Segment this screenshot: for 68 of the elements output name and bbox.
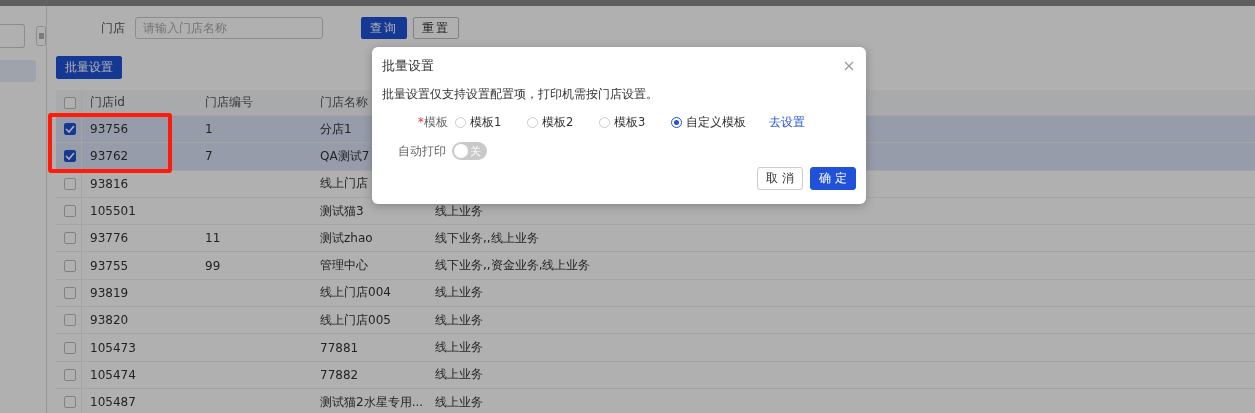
table-cell: 93819 — [90, 285, 129, 300]
table-cell: 93756 — [90, 122, 129, 137]
table-cell: 77881 — [320, 340, 359, 355]
row-checkbox[interactable] — [64, 205, 76, 218]
template-radio[interactable]: 模板3 — [599, 114, 667, 130]
table-cell: 7 — [205, 149, 213, 164]
cancel-button[interactable]: 取 消 — [757, 167, 804, 190]
batch-settings-button[interactable]: 批量设置 — [56, 56, 122, 79]
template-radio[interactable]: 模板1 — [455, 114, 523, 130]
row-checkbox[interactable] — [64, 368, 76, 381]
table-cell: QA测试7 — [320, 148, 370, 163]
go-settings-link[interactable]: 去设置 — [769, 114, 805, 130]
template-label: 模板 — [423, 114, 448, 129]
table-cell: 105473 — [90, 340, 136, 355]
table-cell: 线上业务 — [435, 367, 483, 382]
auto-print-label: 自动打印 — [398, 143, 446, 159]
table-cell: 线下业务,,资金业务,线上业务 — [435, 258, 591, 273]
row-checkbox[interactable] — [64, 341, 76, 354]
row-checkbox[interactable] — [64, 286, 76, 299]
table-cell: 线上门店004 — [320, 285, 391, 300]
row-checkbox[interactable] — [64, 177, 76, 190]
table-cell: 测试zhao — [320, 230, 373, 245]
table-cell: 77882 — [320, 367, 359, 382]
column-header: 门店编号 — [205, 95, 253, 109]
table-cell: 11 — [205, 231, 221, 246]
row-checkbox[interactable] — [64, 150, 76, 163]
row-checkbox[interactable] — [64, 123, 76, 136]
table-cell: 93755 — [90, 258, 129, 273]
row-checkbox[interactable] — [64, 314, 76, 327]
table-cell: 105501 — [90, 204, 136, 219]
column-header: 门店id — [90, 95, 125, 109]
table-cell: 线上门店 — [320, 176, 368, 191]
table-cell: 线下业务,,线上业务 — [435, 230, 539, 245]
table-cell: 线上业务 — [435, 285, 483, 300]
collapse-icon[interactable] — [36, 26, 46, 46]
template-radio[interactable]: 自定义模板 — [671, 114, 755, 130]
template-radio[interactable]: 模板2 — [527, 114, 595, 130]
close-icon[interactable] — [844, 61, 854, 71]
row-checkbox[interactable] — [64, 396, 76, 409]
table-cell: 线上门店005 — [320, 312, 391, 327]
required-mark: * — [418, 114, 424, 129]
table-cell: 99 — [205, 258, 221, 273]
row-checkbox[interactable] — [64, 232, 76, 245]
row-checkbox[interactable] — [64, 259, 76, 272]
table-cell: 管理中心 — [320, 258, 368, 273]
table-cell: 93820 — [90, 313, 129, 328]
table-cell: 测试猫2水星专用... — [320, 394, 424, 409]
table-cell: 1 — [205, 122, 213, 137]
table-cell: 线上业务 — [435, 312, 483, 327]
table-cell: 分店1 — [320, 121, 352, 136]
confirm-button[interactable]: 确 定 — [810, 167, 856, 190]
table-cell: 线上业务 — [435, 394, 483, 409]
column-header: 门店名称 — [320, 95, 368, 109]
sidebar-search-field[interactable] — [0, 24, 25, 48]
table-cell: 93762 — [90, 149, 129, 164]
table-cell: 105487 — [90, 395, 136, 410]
store-label: 门店 — [101, 19, 125, 37]
dialog-title: 批量设置 — [382, 57, 434, 75]
dialog-note: 批量设置仅支持设置配置项，打印机需按门店设置。 — [382, 87, 659, 102]
reset-button[interactable]: 重置 — [413, 17, 459, 39]
table-cell: 105474 — [90, 367, 136, 382]
table-cell: 93816 — [90, 176, 129, 191]
table-cell: 线上业务 — [435, 340, 483, 354]
select-all-checkbox[interactable] — [64, 96, 76, 109]
table-cell: 93776 — [90, 231, 129, 246]
query-button[interactable]: 查询 — [361, 17, 407, 39]
table-cell: 测试猫3 — [320, 203, 364, 218]
table-cell: 线上业务 — [435, 203, 483, 218]
